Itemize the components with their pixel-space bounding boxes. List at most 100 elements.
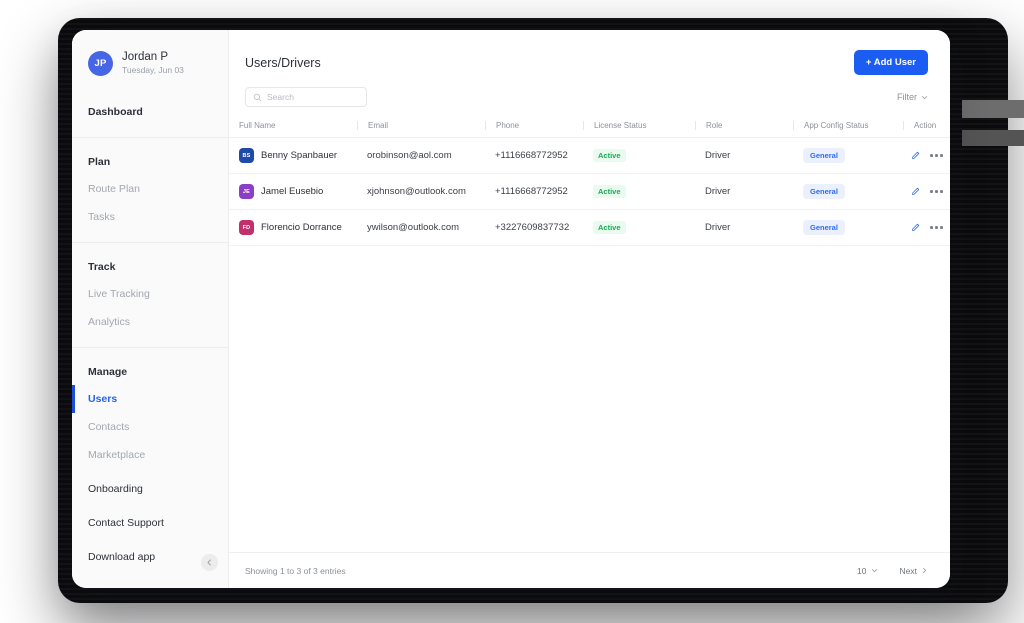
entries-count: Showing 1 to 3 of 3 entries bbox=[245, 565, 346, 576]
more-horizontal-icon bbox=[930, 154, 933, 157]
config-badge[interactable]: General bbox=[803, 184, 845, 199]
user-email: ywilson@outlook.com bbox=[367, 222, 460, 233]
edit-button[interactable] bbox=[911, 187, 920, 196]
filter-button[interactable]: Filter bbox=[897, 92, 928, 102]
cell-email: orobinson@aol.com bbox=[357, 137, 485, 174]
avatar: JP bbox=[88, 50, 113, 76]
next-page-label: Next bbox=[899, 565, 917, 576]
sidebar-item-contact-support[interactable]: Contact Support bbox=[72, 506, 228, 540]
table-body: BS Benny Spanbauer orobinson@aol.com +11… bbox=[229, 137, 950, 246]
avatar: FD bbox=[239, 220, 254, 235]
search-icon bbox=[253, 93, 262, 101]
column-header-label: Action bbox=[903, 121, 950, 130]
cell-action bbox=[903, 137, 950, 174]
sidebar-item-dashboard[interactable]: Dashboard bbox=[72, 98, 228, 126]
more-actions-button[interactable] bbox=[930, 190, 943, 193]
sidebar-divider bbox=[72, 347, 228, 348]
cell-full-name: FD Florencio Dorrance bbox=[229, 209, 357, 246]
cell-email: xjohnson@outlook.com bbox=[357, 173, 485, 210]
column-header-label: Phone bbox=[485, 121, 583, 130]
search-input[interactable] bbox=[267, 92, 359, 102]
more-horizontal-icon bbox=[930, 226, 933, 229]
user-phone: +1116668772952 bbox=[495, 150, 568, 161]
sidebar-section-title: Plan bbox=[88, 156, 111, 168]
column-header-full-name[interactable]: Full Name bbox=[229, 121, 357, 138]
sidebar-item-contacts[interactable]: Contacts bbox=[72, 413, 228, 441]
cell-action bbox=[903, 209, 950, 246]
sidebar-collapse-button[interactable] bbox=[201, 554, 218, 571]
sidebar-divider bbox=[72, 137, 228, 138]
sidebar-nav: Dashboard Plan Route Plan Tasks Track Li… bbox=[72, 98, 228, 472]
sidebar-item-route-plan[interactable]: Route Plan bbox=[72, 175, 228, 203]
cell-phone: +3227609837732 bbox=[485, 209, 583, 246]
sidebar-item-tasks[interactable]: Tasks bbox=[72, 203, 228, 231]
column-header-label: Full Name bbox=[239, 121, 276, 130]
filter-label: Filter bbox=[897, 92, 917, 102]
app-window: JP Jordan P Tuesday, Jun 03 Dashboard Pl… bbox=[72, 30, 950, 588]
more-actions-button[interactable] bbox=[930, 154, 943, 157]
cell-role: Driver bbox=[695, 209, 793, 246]
cell-action bbox=[903, 173, 950, 210]
avatar: BS bbox=[239, 148, 254, 163]
column-header-phone[interactable]: Phone bbox=[485, 121, 583, 138]
sidebar-section-title: Track bbox=[88, 261, 116, 273]
sidebar-item-users[interactable]: Users bbox=[72, 385, 228, 413]
cell-app-config-status: General bbox=[793, 209, 903, 246]
user-name: Jamel Eusebio bbox=[261, 186, 324, 197]
sidebar-item-analytics[interactable]: Analytics bbox=[72, 308, 228, 336]
config-badge[interactable]: General bbox=[803, 148, 845, 163]
sidebar-item-onboarding[interactable]: Onboarding bbox=[72, 472, 228, 506]
page-size-selector[interactable]: 10 bbox=[857, 566, 877, 576]
profile-date: Tuesday, Jun 03 bbox=[122, 65, 184, 76]
users-table: Full Name Email Phone License Status Rol… bbox=[229, 121, 950, 246]
cell-email: ywilson@outlook.com bbox=[357, 209, 485, 246]
user-profile[interactable]: JP Jordan P Tuesday, Jun 03 bbox=[72, 50, 228, 76]
main-content: Users/Drivers + Add User Filter bbox=[229, 30, 950, 588]
cell-app-config-status: General bbox=[793, 137, 903, 174]
cell-full-name: JE Jamel Eusebio bbox=[229, 173, 357, 210]
screenshot-root: JP Jordan P Tuesday, Jun 03 Dashboard Pl… bbox=[0, 0, 1024, 623]
status-badge: Active bbox=[593, 149, 626, 162]
column-header-role[interactable]: Role bbox=[695, 121, 793, 138]
avatar: JE bbox=[239, 184, 254, 199]
sidebar: JP Jordan P Tuesday, Jun 03 Dashboard Pl… bbox=[72, 30, 229, 588]
column-header-license-status[interactable]: License Status bbox=[583, 121, 695, 138]
column-header-app-config-status[interactable]: App Config Status bbox=[793, 121, 903, 138]
table-row[interactable]: JE Jamel Eusebio xjohnson@outlook.com +1… bbox=[229, 173, 950, 210]
user-role: Driver bbox=[705, 150, 731, 161]
users-table-container: Full Name Email Phone License Status Rol… bbox=[229, 107, 950, 246]
cell-license-status: Active bbox=[583, 137, 695, 174]
cell-phone: +1116668772952 bbox=[485, 137, 583, 174]
user-role: Driver bbox=[705, 186, 731, 197]
column-header-email[interactable]: Email bbox=[357, 121, 485, 138]
edit-button[interactable] bbox=[911, 151, 920, 160]
config-badge[interactable]: General bbox=[803, 220, 845, 235]
status-badge: Active bbox=[593, 185, 626, 198]
cell-app-config-status: General bbox=[793, 173, 903, 210]
table-footer: Showing 1 to 3 of 3 entries 10 Next bbox=[229, 552, 950, 588]
pencil-icon bbox=[912, 151, 920, 159]
bezel-highlight-bottom bbox=[962, 130, 1024, 146]
more-actions-button[interactable] bbox=[930, 226, 943, 229]
table-row[interactable]: FD Florencio Dorrance ywilson@outlook.co… bbox=[229, 209, 950, 246]
table-header: Full Name Email Phone License Status Rol… bbox=[229, 121, 950, 138]
chevron-down-icon bbox=[922, 95, 927, 99]
next-page-button[interactable]: Next bbox=[900, 566, 928, 576]
add-user-button[interactable]: + Add User bbox=[853, 50, 928, 75]
cell-phone: +1116668772952 bbox=[485, 173, 583, 210]
bezel-highlight-top bbox=[962, 100, 1024, 118]
sidebar-item-live-tracking[interactable]: Live Tracking bbox=[72, 280, 228, 308]
page-size-value: 10 bbox=[857, 565, 867, 576]
cell-license-status: Active bbox=[583, 173, 695, 210]
table-header-row: Full Name Email Phone License Status Rol… bbox=[229, 121, 950, 138]
sidebar-footer: Onboarding Contact Support Download app bbox=[72, 472, 228, 588]
user-phone: +1116668772952 bbox=[495, 186, 568, 197]
sidebar-item-marketplace[interactable]: Marketplace bbox=[72, 441, 228, 469]
sidebar-section-plan: Plan Route Plan Tasks bbox=[72, 149, 228, 231]
cell-role: Driver bbox=[695, 137, 793, 174]
table-toolbar: Filter bbox=[229, 75, 950, 107]
search-box[interactable] bbox=[245, 87, 367, 107]
edit-button[interactable] bbox=[911, 223, 920, 232]
cell-license-status: Active bbox=[583, 209, 695, 246]
table-row[interactable]: BS Benny Spanbauer orobinson@aol.com +11… bbox=[229, 137, 950, 174]
